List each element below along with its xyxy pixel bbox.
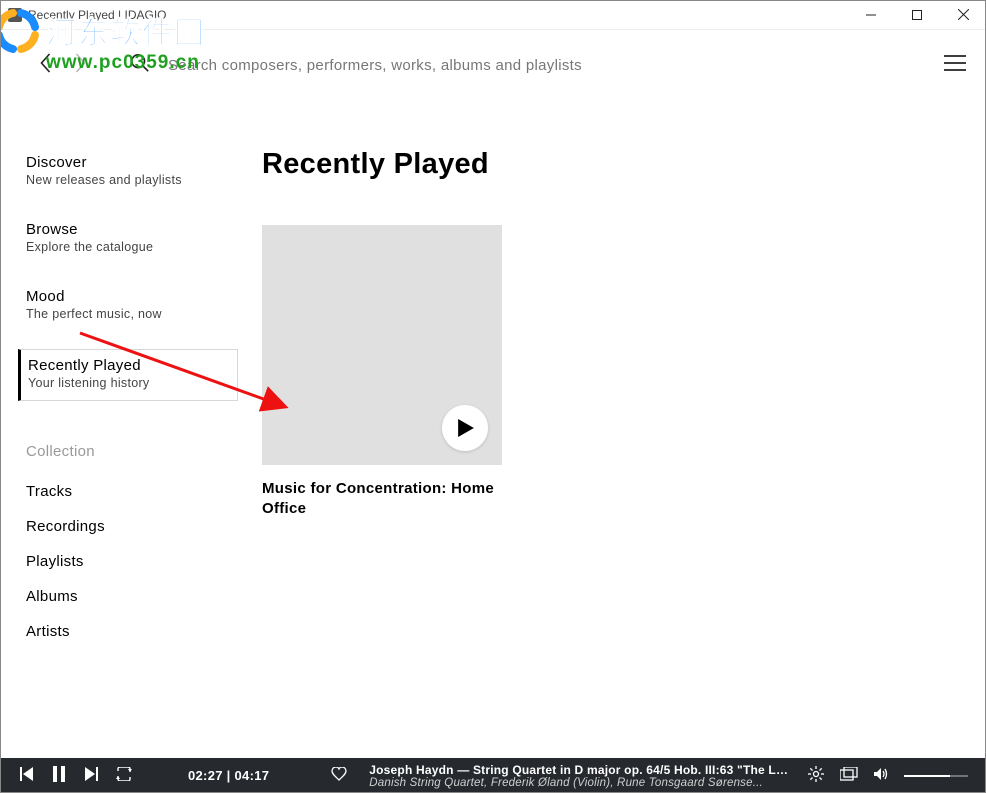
nav-title: Discover <box>26 154 238 171</box>
track-info[interactable]: Joseph Haydn — String Quartet in D major… <box>369 763 790 789</box>
nav-title: Browse <box>26 221 238 238</box>
player-time: 02:27 | 04:17 <box>188 768 269 783</box>
nav-back-icon[interactable] <box>38 52 53 79</box>
nav-forward-icon[interactable] <box>73 52 88 79</box>
sidebar: Discover New releases and playlists Brow… <box>0 100 238 758</box>
window-close[interactable] <box>940 0 986 29</box>
nav-subtitle: Your listening history <box>28 376 237 390</box>
sidebar-item-browse[interactable]: Browse Explore the catalogue <box>26 215 238 264</box>
menu-icon[interactable] <box>944 54 966 77</box>
nav-subtitle: The perfect music, now <box>26 307 238 321</box>
collection-albums[interactable]: Albums <box>26 579 238 614</box>
collection-recordings[interactable]: Recordings <box>26 509 238 544</box>
playlist-title: Music for Concentration: Home Office <box>262 479 502 520</box>
play-button[interactable] <box>442 405 488 451</box>
collection-label: Collection <box>26 443 238 460</box>
playlist-cover <box>262 225 502 465</box>
playlist-tile[interactable]: Music for Concentration: Home Office <box>262 225 502 520</box>
queue-icon[interactable] <box>840 767 858 784</box>
prev-track-icon[interactable] <box>20 767 34 784</box>
collection-tracks[interactable]: Tracks <box>26 474 238 509</box>
time-total: 04:17 <box>235 768 270 783</box>
nav-title: Mood <box>26 288 238 305</box>
app-icon <box>8 8 22 22</box>
window-minimize[interactable] <box>848 0 894 29</box>
track-artists: Danish String Quartet, Frederik Øland (V… <box>369 777 790 789</box>
main-content: Recently Played Music for Concentration:… <box>238 100 986 758</box>
repeat-icon[interactable] <box>116 767 132 784</box>
window-maximize[interactable] <box>894 0 940 29</box>
page-title: Recently Played <box>262 148 986 181</box>
sidebar-item-mood[interactable]: Mood The perfect music, now <box>26 282 238 331</box>
time-current: 02:27 <box>188 768 223 783</box>
search-input[interactable] <box>168 57 648 74</box>
window-titlebar: Recently Played | IDAGIO <box>0 0 986 30</box>
track-title: Joseph Haydn — String Quartet in D major… <box>369 763 790 777</box>
collection-artists[interactable]: Artists <box>26 614 238 649</box>
pause-icon[interactable] <box>52 766 66 785</box>
sidebar-item-recently-played[interactable]: Recently Played Your listening history <box>18 349 238 401</box>
sidebar-item-discover[interactable]: Discover New releases and playlists <box>26 148 238 197</box>
topbar <box>0 30 986 100</box>
volume-slider[interactable] <box>904 775 968 777</box>
next-track-icon[interactable] <box>84 767 98 784</box>
search-icon[interactable] <box>130 53 150 78</box>
nav-subtitle: New releases and playlists <box>26 173 238 187</box>
settings-icon[interactable] <box>808 766 824 785</box>
volume-icon[interactable] <box>874 767 888 784</box>
nav-subtitle: Explore the catalogue <box>26 240 238 254</box>
favorite-icon[interactable] <box>331 767 347 784</box>
player-bar: 02:27 | 04:17 Joseph Haydn — String Quar… <box>0 758 986 793</box>
nav-title: Recently Played <box>28 357 237 374</box>
collection-playlists[interactable]: Playlists <box>26 544 238 579</box>
window-title: Recently Played | IDAGIO <box>28 8 167 22</box>
